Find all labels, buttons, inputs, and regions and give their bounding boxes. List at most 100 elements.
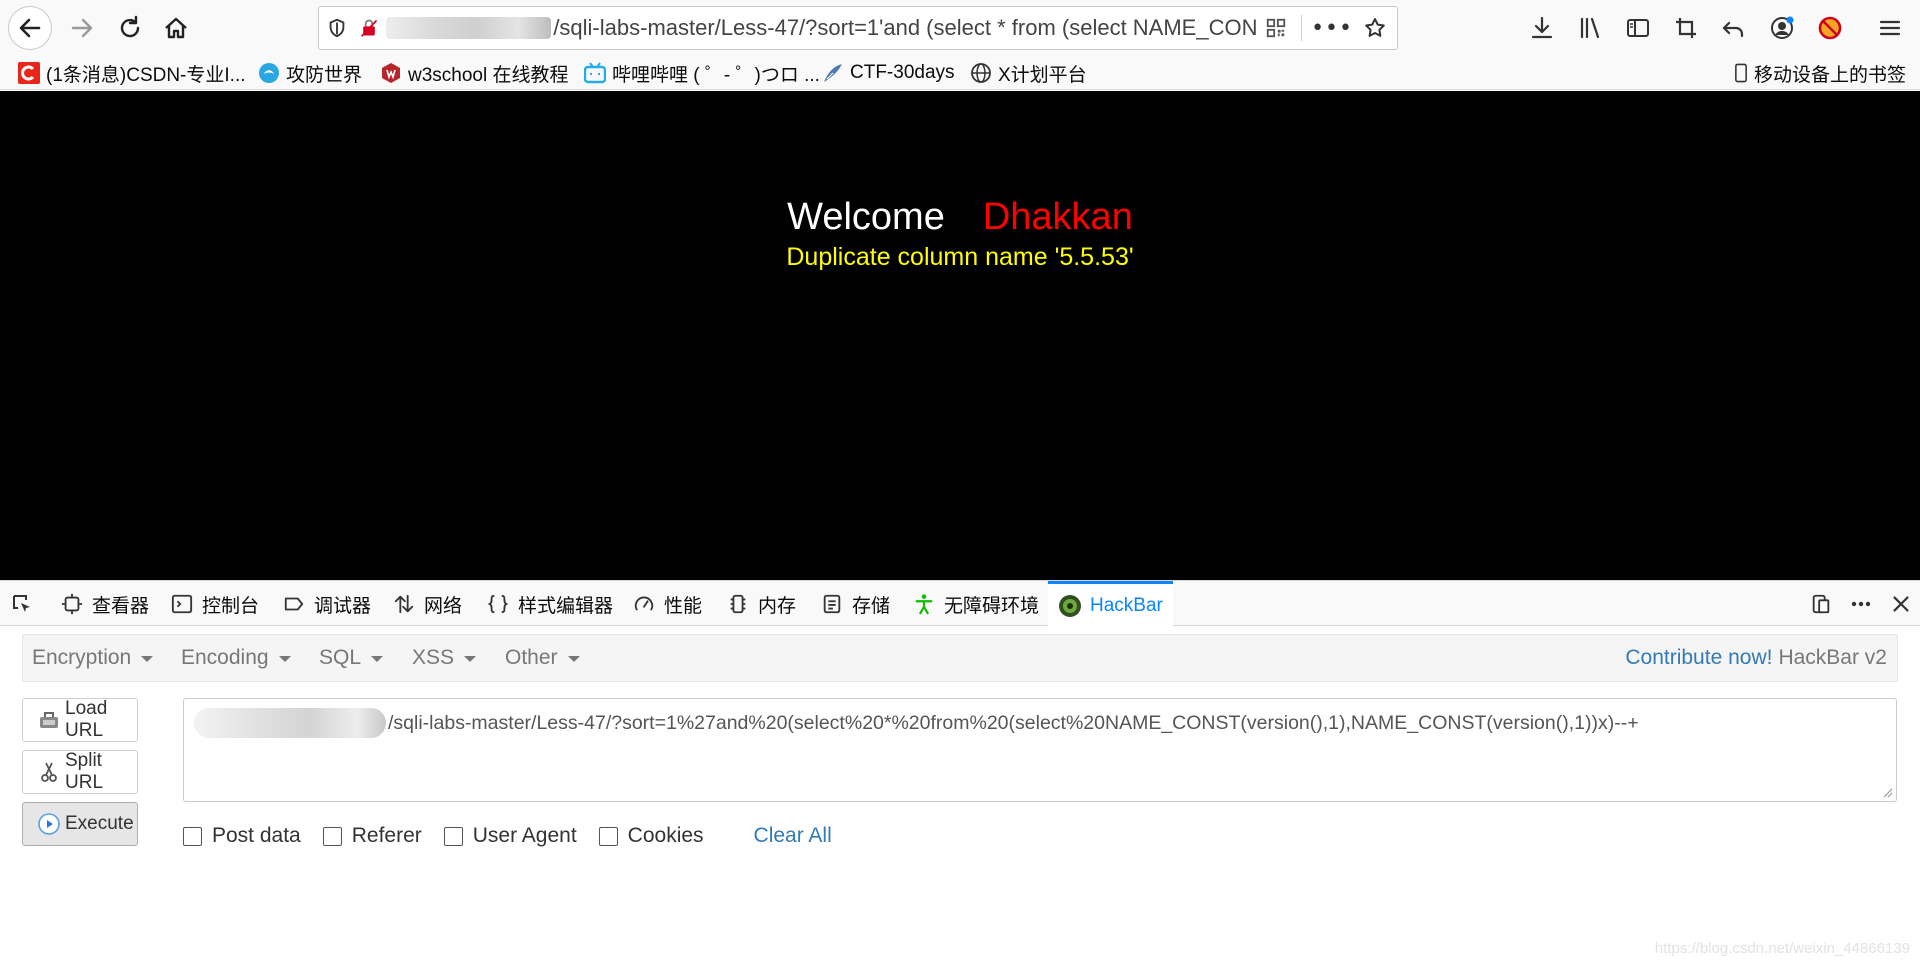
url-separator [1301,15,1303,41]
menu-label: Encoding [181,646,269,669]
play-icon [37,812,61,836]
option-cookies[interactable]: Cookies [598,824,704,848]
accessibility-icon [912,592,936,616]
devtools-tab-bar: 查看器 控制台 调试器 网络 样式编辑器 性能 内存 存储 无障碍环境 Hack… [0,580,1920,627]
watermark: https://blog.csdn.net/weixin_44866139 [1654,940,1910,957]
bookmark-ctf[interactable]: CTF-30days [822,60,955,86]
bookmark-label: CTF-30days [850,62,955,83]
insecure-lock-icon[interactable] [354,7,384,49]
address-bar[interactable]: /sqli-labs-master/Less-47/?sort=1'and (s… [318,6,1398,50]
url-line: /sqli-labs-master/Less-47/?sort=1%27and%… [194,708,1886,738]
load-url-icon [37,708,61,732]
library-icon[interactable] [1572,10,1608,46]
sidebar-icon[interactable] [1620,10,1656,46]
home-button[interactable] [154,6,198,50]
reload-button[interactable] [108,6,152,50]
url-text[interactable]: /sqli-labs-master/Less-47/?sort=1'and (s… [553,15,1258,41]
bookmark-star-icon[interactable] [1354,7,1397,49]
tab-label: 性能 [664,595,703,617]
devtools-more-icon[interactable] [1846,589,1876,619]
bookmark-label: 移动设备上的书签 [1753,64,1906,86]
tab-label: 存储 [852,595,891,617]
dock-side-icon[interactable] [1806,589,1836,619]
hamburger-menu-icon[interactable] [1872,10,1908,46]
hackbar-menu: Encryption Encoding SQL XSS Other Contri… [22,634,1898,682]
caret-down-icon [464,656,477,662]
back-button[interactable] [8,6,52,50]
bookmark-label: (1条消息)CSDN-专业I... [46,64,246,86]
scissors-icon [37,760,61,784]
menu-other[interactable]: Other [505,635,580,681]
split-url-button[interactable]: Split URL [22,750,138,794]
screenshot-crop-icon[interactable] [1668,10,1704,46]
qr-code-icon[interactable] [1258,7,1293,49]
menu-label: XSS [412,646,455,669]
tab-memory[interactable]: 内存 [726,581,796,627]
bookmark-csdn[interactable]: (1条消息)CSDN-专业I... [18,60,246,86]
button-label: Split URL [65,750,104,793]
load-url-button[interactable]: Load URL [22,698,138,742]
hackbar-version: HackBar v2 [1778,646,1887,669]
tab-hackbar[interactable]: HackBar [1048,581,1173,627]
tab-label: 样式编辑器 [518,595,614,617]
option-label: Post data [212,824,301,847]
bookmark-label: X计划平台 [998,64,1087,86]
bookmark-bilibili[interactable]: 哔哩哔哩 ( ゜- ゜)つロ ... [584,60,820,86]
tab-performance[interactable]: 性能 [632,581,702,627]
cookies-checkbox[interactable] [598,826,618,846]
bookmark-gongfang[interactable]: 攻防世界 [258,60,362,86]
execute-button[interactable]: Execute [22,802,138,846]
tab-style-editor[interactable]: 样式编辑器 [486,581,613,627]
account-icon[interactable] [1764,10,1800,46]
bookmark-xplan[interactable]: X计划平台 [970,60,1087,86]
menu-encoding[interactable]: Encoding [181,635,291,681]
mobile-bookmarks[interactable]: 移动设备上的书签 [1734,60,1906,86]
option-user-agent[interactable]: User Agent [443,824,577,848]
arrow-left-icon [19,18,41,38]
console-icon [170,592,194,616]
welcome-heading: Welcome Dhakkan [0,196,1920,239]
welcome-text: Welcome [787,196,945,238]
close-devtools-icon[interactable] [1886,589,1916,619]
menu-label: Encryption [32,646,132,669]
extension-blocker-icon[interactable] [1812,10,1848,46]
hackbar-options: Post data Referer User Agent Cookies Cle… [183,820,832,852]
tab-storage[interactable]: 存储 [820,581,890,627]
option-post-data[interactable]: Post data [183,824,301,848]
tab-debugger[interactable]: 调试器 [282,581,371,627]
hackbar-icon [1058,594,1082,618]
tab-console[interactable]: 控制台 [170,581,259,627]
ctf-icon [822,62,844,84]
tab-inspector[interactable]: 查看器 [60,581,149,627]
option-referer[interactable]: Referer [322,824,422,848]
hackbar-panel: Encryption Encoding SQL XSS Other Contri… [0,626,1920,967]
menu-xss[interactable]: XSS [412,635,477,681]
gongfang-icon [258,62,280,84]
post-data-checkbox[interactable] [183,826,202,846]
user-agent-checkbox[interactable] [443,826,463,846]
page-actions-more-icon[interactable]: ••• [1310,7,1353,49]
resize-grip-icon[interactable] [1881,786,1893,798]
clear-all-link[interactable]: Clear All [754,824,832,848]
contribute-link[interactable]: Contribute now! [1625,646,1772,670]
forward-button[interactable] [60,6,104,50]
bookmark-w3school[interactable]: w3school 在线教程 [380,60,569,86]
menu-encryption[interactable]: Encryption [32,635,154,681]
performance-icon [632,592,656,616]
menu-sql[interactable]: SQL [319,635,384,681]
hackbar-contribute: Contribute now! HackBar v2 [1625,635,1887,681]
downloads-icon[interactable] [1524,10,1560,46]
bookmark-label: 攻防世界 [286,64,363,86]
inspector-icon [60,592,84,616]
arrow-right-icon [71,18,93,38]
referer-checkbox[interactable] [322,826,342,846]
tab-accessibility[interactable]: 无障碍环境 [912,581,1039,627]
csdn-icon [18,62,40,84]
hackbar-url-textarea[interactable]: /sqli-labs-master/Less-47/?sort=1%27and%… [183,698,1897,802]
tab-network[interactable]: 网络 [392,581,462,627]
welcome-name: Dhakkan [982,196,1133,238]
sql-error-message: Duplicate column name '5.5.53' [786,243,1134,271]
element-picker-button[interactable] [10,581,42,627]
tracking-shield-icon[interactable] [319,7,354,49]
undo-icon[interactable] [1716,10,1752,46]
